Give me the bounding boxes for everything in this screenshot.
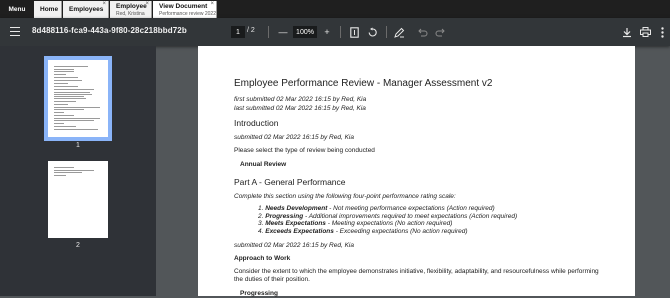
list-item: 4. Exceeds Expectations - Exceeding expe… [258, 228, 614, 236]
undo-icon[interactable] [416, 25, 430, 39]
tab-view-document-subtitle: Performance review 2022 [159, 11, 216, 17]
last-submitted: last submitted 02 Mar 2022 16:15 by Red,… [234, 105, 366, 112]
thumbnail-label: 2 [76, 242, 80, 249]
question-text: Consider the extent to which the employe… [234, 268, 599, 283]
answer-value: Progressing [240, 290, 278, 297]
tab-employee-label: Employee [116, 3, 147, 10]
page-separator: / [247, 27, 249, 34]
close-icon[interactable]: × [210, 1, 214, 8]
sidebar-toggle-icon[interactable] [10, 27, 20, 36]
close-icon[interactable]: × [102, 1, 106, 8]
tab-view-document[interactable]: View Document Performance review 2022 × [153, 1, 217, 18]
tab-employees-label: Employees [69, 5, 104, 13]
download-icon[interactable] [620, 25, 634, 39]
thumbnail-sidebar: 1 2 [0, 46, 156, 296]
page-thumbnail-2[interactable] [48, 161, 108, 238]
tab-employees[interactable]: Employees × [63, 1, 109, 18]
rating-term: Progressing [265, 212, 304, 220]
toolbar-divider [386, 26, 387, 38]
section-heading: Introduction [234, 118, 279, 128]
tab-employee-subtitle: Red, Kristina [116, 11, 145, 17]
section-heading: Part A - General Performance [234, 177, 346, 187]
annotate-icon[interactable] [392, 25, 406, 39]
rating-scale-list: 1. Needs Development - Not meeting perfo… [234, 205, 614, 235]
page-number-input[interactable]: 1 [231, 26, 245, 38]
submitted-note: submitted 02 Mar 2022 16:15 by Red, Kia [234, 134, 354, 141]
document-title: 8d488116-fca9-443a-9f80-28c218bbd72b [32, 26, 187, 35]
zoom-out-button[interactable]: — [276, 25, 290, 39]
rating-term: Exceeds Expectations [265, 227, 334, 235]
more-icon[interactable] [655, 25, 669, 39]
document-content: Employee Performance Review - Manager As… [234, 78, 614, 298]
answer-value: Annual Review [240, 161, 287, 168]
page-count: / 2 [247, 27, 255, 34]
list-item: 2. Progressing - Additional improvements… [258, 213, 614, 221]
app-tab-bar: Menu Home Employees × Employee Red, Kris… [0, 0, 670, 18]
menu-button[interactable]: Menu [0, 0, 34, 18]
page-thumbnail-1[interactable] [44, 56, 112, 141]
close-icon[interactable]: × [145, 1, 149, 8]
rating-term: Meets Expectations [265, 220, 326, 227]
document-page: Employee Performance Review - Manager As… [198, 46, 635, 298]
tab-home[interactable]: Home [34, 1, 62, 18]
list-number: 1. [258, 205, 264, 212]
rating-term: Needs Development [265, 205, 328, 212]
instructions-text: Complete this section using the followin… [234, 193, 456, 200]
rating-desc: - Additional improvements required to me… [303, 212, 518, 220]
rotate-icon[interactable] [365, 25, 379, 39]
rating-desc: - Meeting expectations (No action requir… [325, 220, 453, 227]
page-total: 2 [250, 27, 255, 34]
fit-page-icon[interactable] [347, 25, 361, 39]
submitted-note: submitted 02 Mar 2022 16:15 by Red, Kia [234, 242, 354, 249]
toolbar-divider [268, 26, 269, 38]
zoom-in-button[interactable]: + [320, 25, 334, 39]
document-heading: Employee Performance Review - Manager As… [234, 78, 493, 89]
tab-home-label: Home [40, 5, 59, 13]
rating-desc: - Not meeting performance expectations (… [327, 205, 495, 212]
toolbar-divider [340, 26, 341, 38]
rating-desc: - Exceeding expectations (No action requ… [333, 227, 468, 235]
subsection-heading: Approach to Work [234, 255, 291, 262]
pdf-toolbar: 8d488116-fca9-443a-9f80-28c218bbd72b 1 /… [0, 18, 670, 46]
list-number: 4. [258, 227, 264, 235]
question-text: Please select the type of review being c… [234, 147, 375, 154]
thumbnail-label: 1 [76, 142, 80, 149]
list-number: 3. [258, 220, 264, 227]
list-number: 2. [258, 212, 264, 220]
list-item: 3. Meets Expectations - Meeting expectat… [258, 220, 614, 228]
list-item: 1. Needs Development - Not meeting perfo… [258, 205, 614, 213]
tab-view-document-label: View Document [159, 3, 208, 10]
redo-icon[interactable] [433, 25, 447, 39]
zoom-input[interactable]: 100% [293, 26, 317, 38]
tab-employee[interactable]: Employee Red, Kristina × [110, 1, 152, 18]
first-submitted: first submitted 02 Mar 2022 16:15 by Red… [234, 96, 367, 103]
print-icon[interactable] [638, 25, 652, 39]
